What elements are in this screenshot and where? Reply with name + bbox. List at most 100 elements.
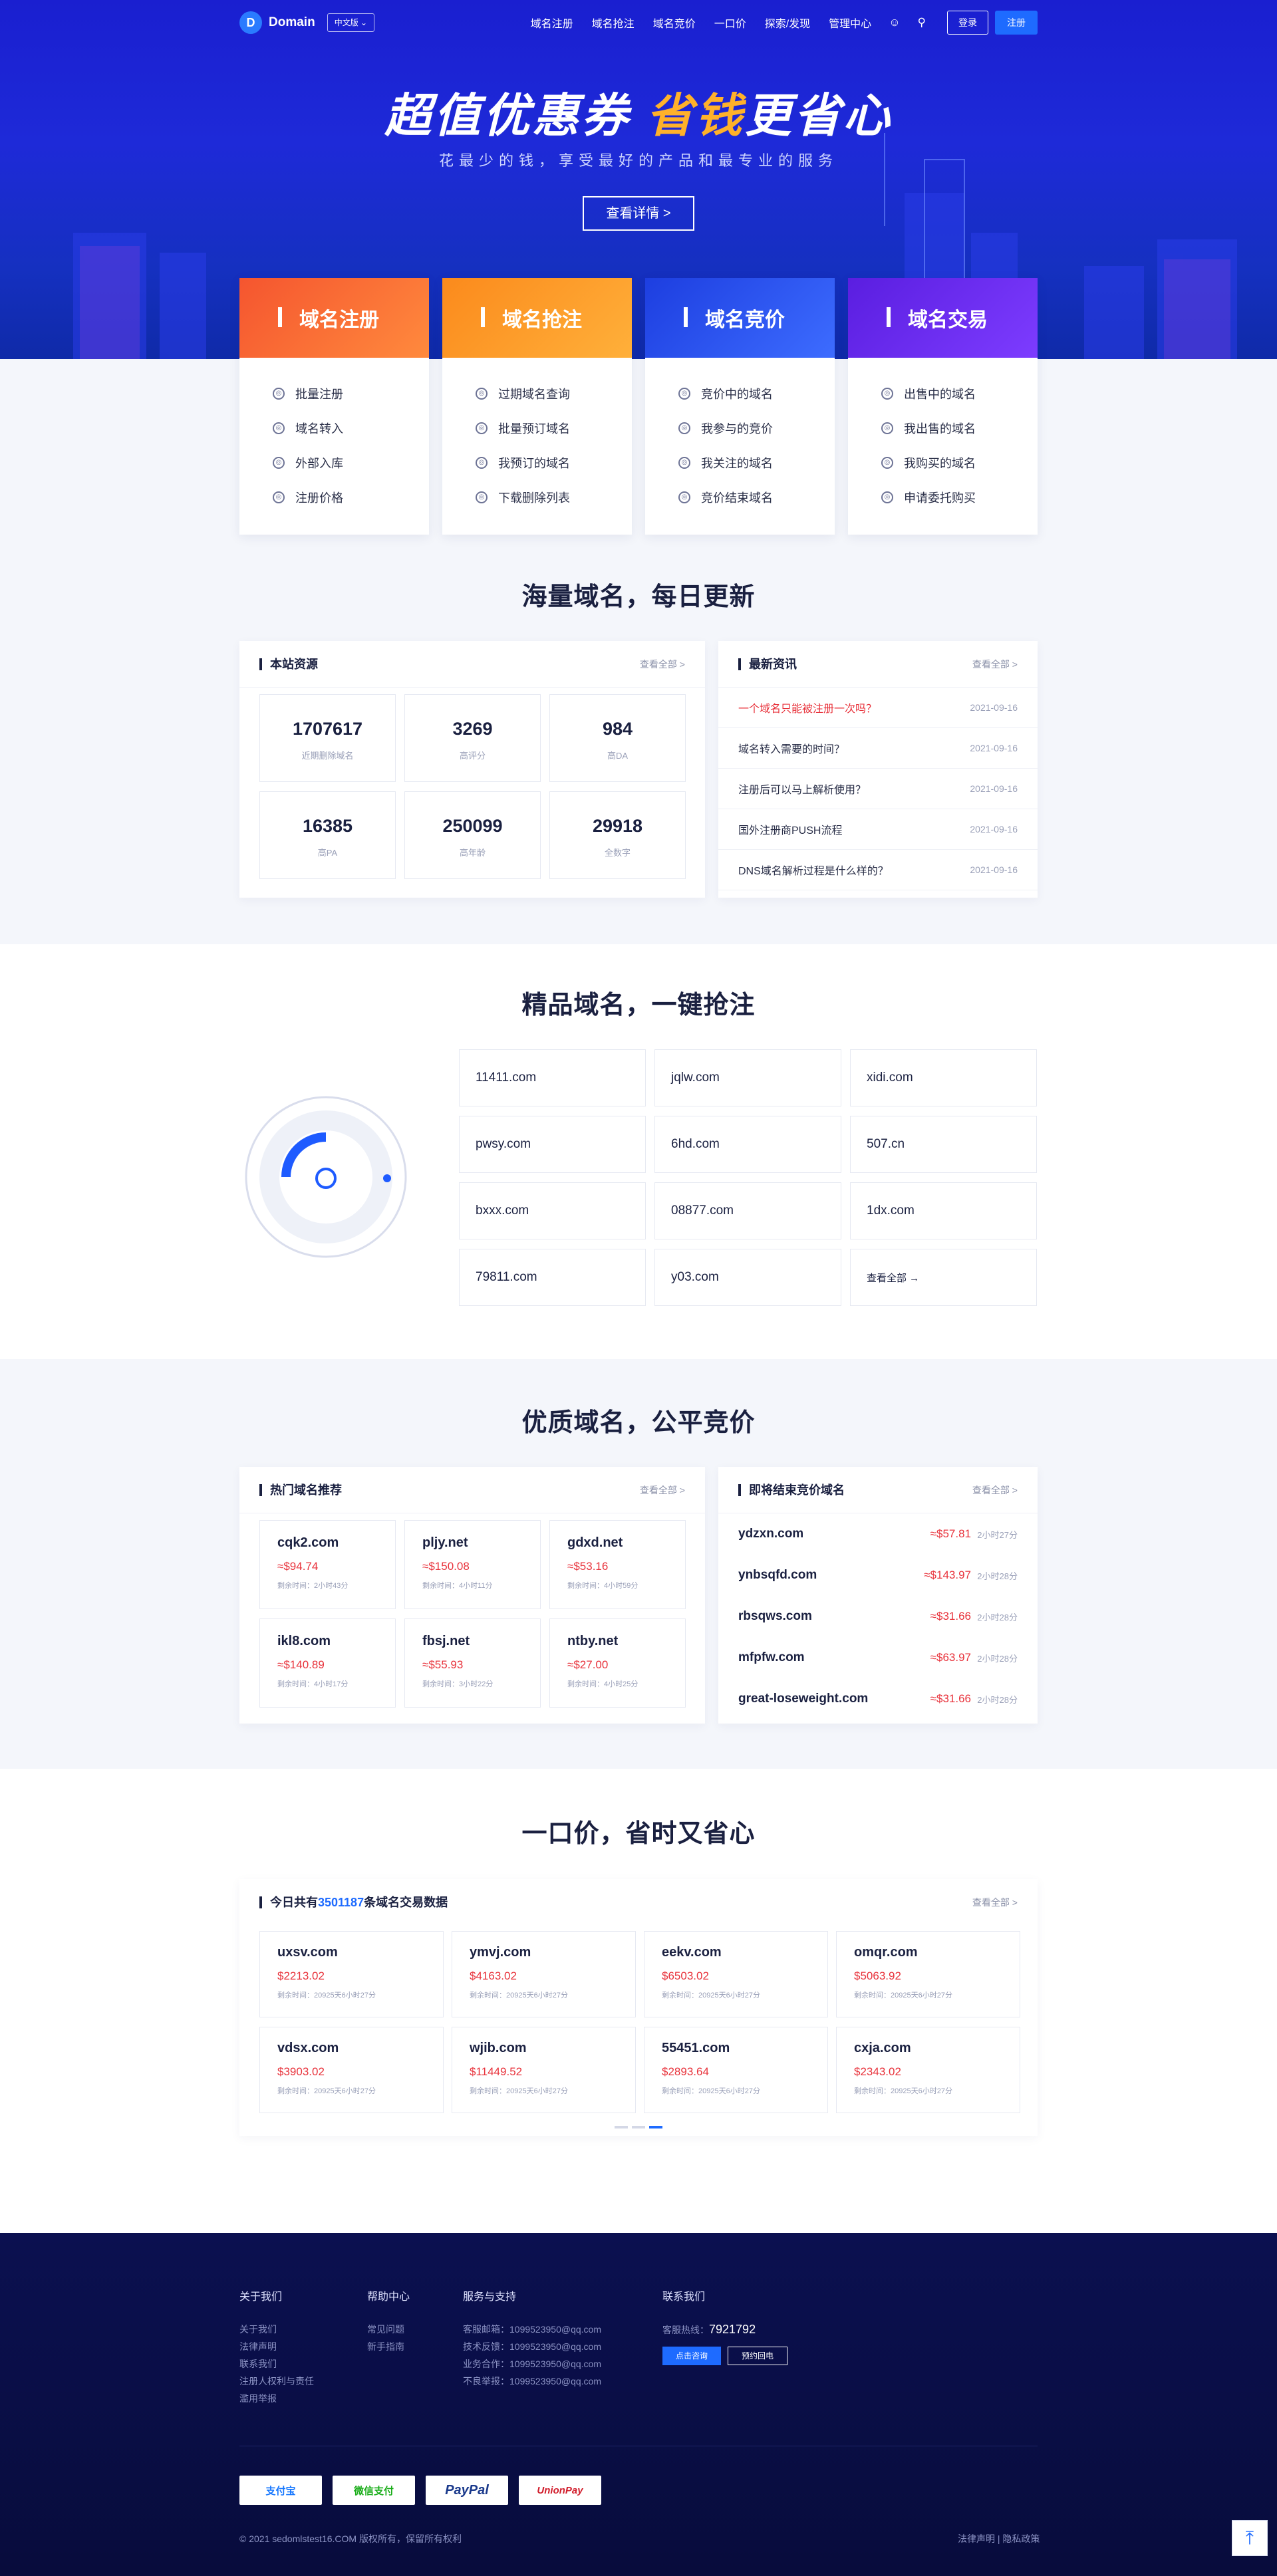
category-header[interactable]: 域名注册: [239, 278, 429, 358]
news-item[interactable]: DNS域名解析过程是什么样的？ 2021-09-16: [718, 850, 1038, 890]
text-value: 2小时28分: [977, 1653, 1018, 1664]
stat-card[interactable]: 984 高DA: [549, 694, 686, 782]
language-select[interactable]: 中文版 ⌄: [327, 13, 375, 32]
premium-domain[interactable]: y03.com: [654, 1249, 841, 1306]
category-link[interactable]: ◎ 我出售的域名: [881, 411, 1038, 446]
category-link[interactable]: ◎ 下载删除列表: [476, 480, 632, 515]
text-value: 2小时28分: [977, 1694, 1018, 1705]
auction-row[interactable]: great-loseweight.com ≈$31.66 2小时28分: [718, 1678, 1038, 1720]
footer-link[interactable]: 法律声明: [239, 2338, 314, 2355]
callback-button[interactable]: 预约回电: [728, 2347, 788, 2365]
category-link[interactable]: ◎ 域名转入: [273, 411, 429, 446]
nav-management[interactable]: 管理中心: [829, 15, 871, 31]
news-item[interactable]: 域名转入需要的时间？ 2021-09-16: [718, 728, 1038, 769]
consult-button[interactable]: 点击咨询: [662, 2347, 722, 2365]
auction-row[interactable]: rbsqws.com ≈$31.66 2小时28分: [718, 1596, 1038, 1637]
auction-more-link[interactable]: 查看全部 >: [972, 1483, 1018, 1497]
category-link[interactable]: ◎ 申请委托购买: [881, 480, 1038, 515]
stat-card[interactable]: 1707617 近期删除域名: [259, 694, 396, 782]
carousel-dot-active[interactable]: [649, 2126, 662, 2128]
stat-card[interactable]: 250099 高年龄: [404, 791, 541, 879]
hero-details-button[interactable]: 查看详情 >: [583, 196, 694, 231]
category-header[interactable]: 域名交易: [848, 278, 1038, 358]
fixed-domain-card[interactable]: wjib.com $11449.52 剩余时间：20925天6小时27分: [452, 2027, 636, 2113]
hot-domain-card[interactable]: ikl8.com ≈$140.89 剩余时间：4小时17分: [259, 1618, 396, 1708]
fixed-domain-card[interactable]: omqr.com $5063.92 剩余时间：20925天6小时27分: [836, 1931, 1020, 2017]
premium-domain[interactable]: pwsy.com: [459, 1116, 646, 1173]
premium-domain[interactable]: 6hd.com: [654, 1116, 841, 1173]
nav-domain-snatch[interactable]: 域名抢注: [592, 15, 635, 31]
text-value: 55451.com: [662, 2041, 730, 2055]
logo[interactable]: D Domain: [239, 11, 315, 34]
user-face-icon[interactable]: ☺: [889, 16, 900, 29]
premium-domain[interactable]: 1dx.com: [850, 1182, 1037, 1239]
fixed-more-link[interactable]: 查看全部 >: [972, 1896, 1018, 1909]
premium-domain[interactable]: 11411.com: [459, 1049, 646, 1106]
category-link[interactable]: ◎ 我购买的域名: [881, 446, 1038, 480]
category-link[interactable]: ◎ 我预订的域名: [476, 446, 632, 480]
fixed-domain-card[interactable]: vdsx.com $3903.02 剩余时间：20925天6小时27分: [259, 2027, 444, 2113]
login-button[interactable]: 登录: [947, 11, 988, 35]
footer-link[interactable]: 联系我们: [239, 2355, 314, 2373]
category-link[interactable]: ◎ 我关注的域名: [678, 446, 835, 480]
premium-domain[interactable]: 79811.com: [459, 1249, 646, 1306]
footer-link[interactable]: 注册人权利与责任: [239, 2373, 314, 2390]
footer-link[interactable]: 关于我们: [239, 2321, 314, 2338]
auction-row[interactable]: ydzxn.com ≈$57.81 2小时27分: [718, 1513, 1038, 1555]
category-header[interactable]: 域名竞价: [645, 278, 835, 358]
search-icon[interactable]: ⚲: [918, 16, 926, 29]
hot-domain-card[interactable]: fbsj.net ≈$55.93 剩余时间：3小时22分: [404, 1618, 541, 1708]
news-item[interactable]: 国外注册商PUSH流程 2021-09-16: [718, 809, 1038, 850]
stat-card[interactable]: 29918 全数字: [549, 791, 686, 879]
category-link[interactable]: ◎ 注册价格: [273, 480, 429, 515]
auction-row[interactable]: mfpfw.com ≈$63.97 2小时28分: [718, 1637, 1038, 1678]
hot-domain-card[interactable]: ntby.net ≈$27.00 剩余时间：4小时25分: [549, 1618, 686, 1708]
footer-link[interactable]: 滥用举报: [239, 2390, 314, 2407]
category-link[interactable]: ◎ 我参与的竞价: [678, 411, 835, 446]
premium-view-all-link[interactable]: 查看全部 →: [850, 1249, 1037, 1306]
auction-row[interactable]: ynbsqfd.com ≈$143.97 2小时28分: [718, 1555, 1038, 1596]
news-item[interactable]: 一个域名只能被注册一次吗？ 2021-09-16: [718, 688, 1038, 728]
fixed-domain-card[interactable]: 55451.com $2893.64 剩余时间：20925天6小时27分: [644, 2027, 828, 2113]
hot-more-link[interactable]: 查看全部 >: [640, 1483, 685, 1497]
carousel-dot[interactable]: [632, 2126, 645, 2128]
category-link[interactable]: ◎ 过期域名查询: [476, 376, 632, 411]
category-link[interactable]: ◎ 出售中的域名: [881, 376, 1038, 411]
category-link[interactable]: ◎ 批量注册: [273, 376, 429, 411]
premium-domain[interactable]: bxxx.com: [459, 1182, 646, 1239]
fixed-domain-card[interactable]: ymvj.com $4163.02 剩余时间：20925天6小时27分: [452, 1931, 636, 2017]
category-link[interactable]: ◎ 批量预订域名: [476, 411, 632, 446]
stat-card[interactable]: 16385 高PA: [259, 791, 396, 879]
premium-domain[interactable]: 08877.com: [654, 1182, 841, 1239]
nav-explore[interactable]: 探索/发现: [765, 15, 810, 31]
text-value: 2021-09-16: [970, 864, 1018, 875]
nav-domain-register[interactable]: 域名注册: [531, 15, 573, 31]
footer-link[interactable]: 常见问题: [367, 2321, 410, 2338]
hot-domain-card[interactable]: cqk2.com ≈$94.74 剩余时间：2小时43分: [259, 1520, 396, 1609]
paypal-logo: PayPal: [426, 2476, 508, 2505]
fixed-domain-card[interactable]: cxja.com $2343.02 剩余时间：20925天6小时27分: [836, 2027, 1020, 2113]
fixed-domain-card[interactable]: uxsv.com $2213.02 剩余时间：20925天6小时27分: [259, 1931, 444, 2017]
nav-fixed-price[interactable]: 一口价: [714, 15, 746, 31]
footer-link[interactable]: 新手指南: [367, 2338, 410, 2355]
stats-more-link[interactable]: 查看全部 >: [640, 658, 685, 671]
premium-domain[interactable]: 507.cn: [850, 1116, 1037, 1173]
nav-domain-auction[interactable]: 域名竞价: [653, 15, 696, 31]
text-value: 我关注的域名: [701, 457, 773, 470]
hot-domain-card[interactable]: gdxd.net ≈$53.16 剩余时间：4小时59分: [549, 1520, 686, 1609]
news-more-link[interactable]: 查看全部 >: [972, 658, 1018, 671]
legal-links[interactable]: 法律声明 | 隐私政策: [958, 2532, 1040, 2545]
premium-domain[interactable]: jqlw.com: [654, 1049, 841, 1106]
back-to-top-icon[interactable]: ⤒: [1232, 2520, 1268, 2556]
register-button[interactable]: 注册: [995, 11, 1038, 35]
stat-card[interactable]: 3269 高评分: [404, 694, 541, 782]
premium-domain[interactable]: xidi.com: [850, 1049, 1037, 1106]
category-link[interactable]: ◎ 竞价结束域名: [678, 480, 835, 515]
category-link[interactable]: ◎ 外部入库: [273, 446, 429, 480]
news-item[interactable]: 注册后可以马上解析使用？ 2021-09-16: [718, 769, 1038, 809]
category-link[interactable]: ◎ 竞价中的域名: [678, 376, 835, 411]
carousel-dot[interactable]: [615, 2126, 628, 2128]
hot-domain-card[interactable]: pljy.net ≈$150.08 剩余时间：4小时11分: [404, 1520, 541, 1609]
category-header[interactable]: 域名抢注: [442, 278, 632, 358]
fixed-domain-card[interactable]: eekv.com $6503.02 剩余时间：20925天6小时27分: [644, 1931, 828, 2017]
